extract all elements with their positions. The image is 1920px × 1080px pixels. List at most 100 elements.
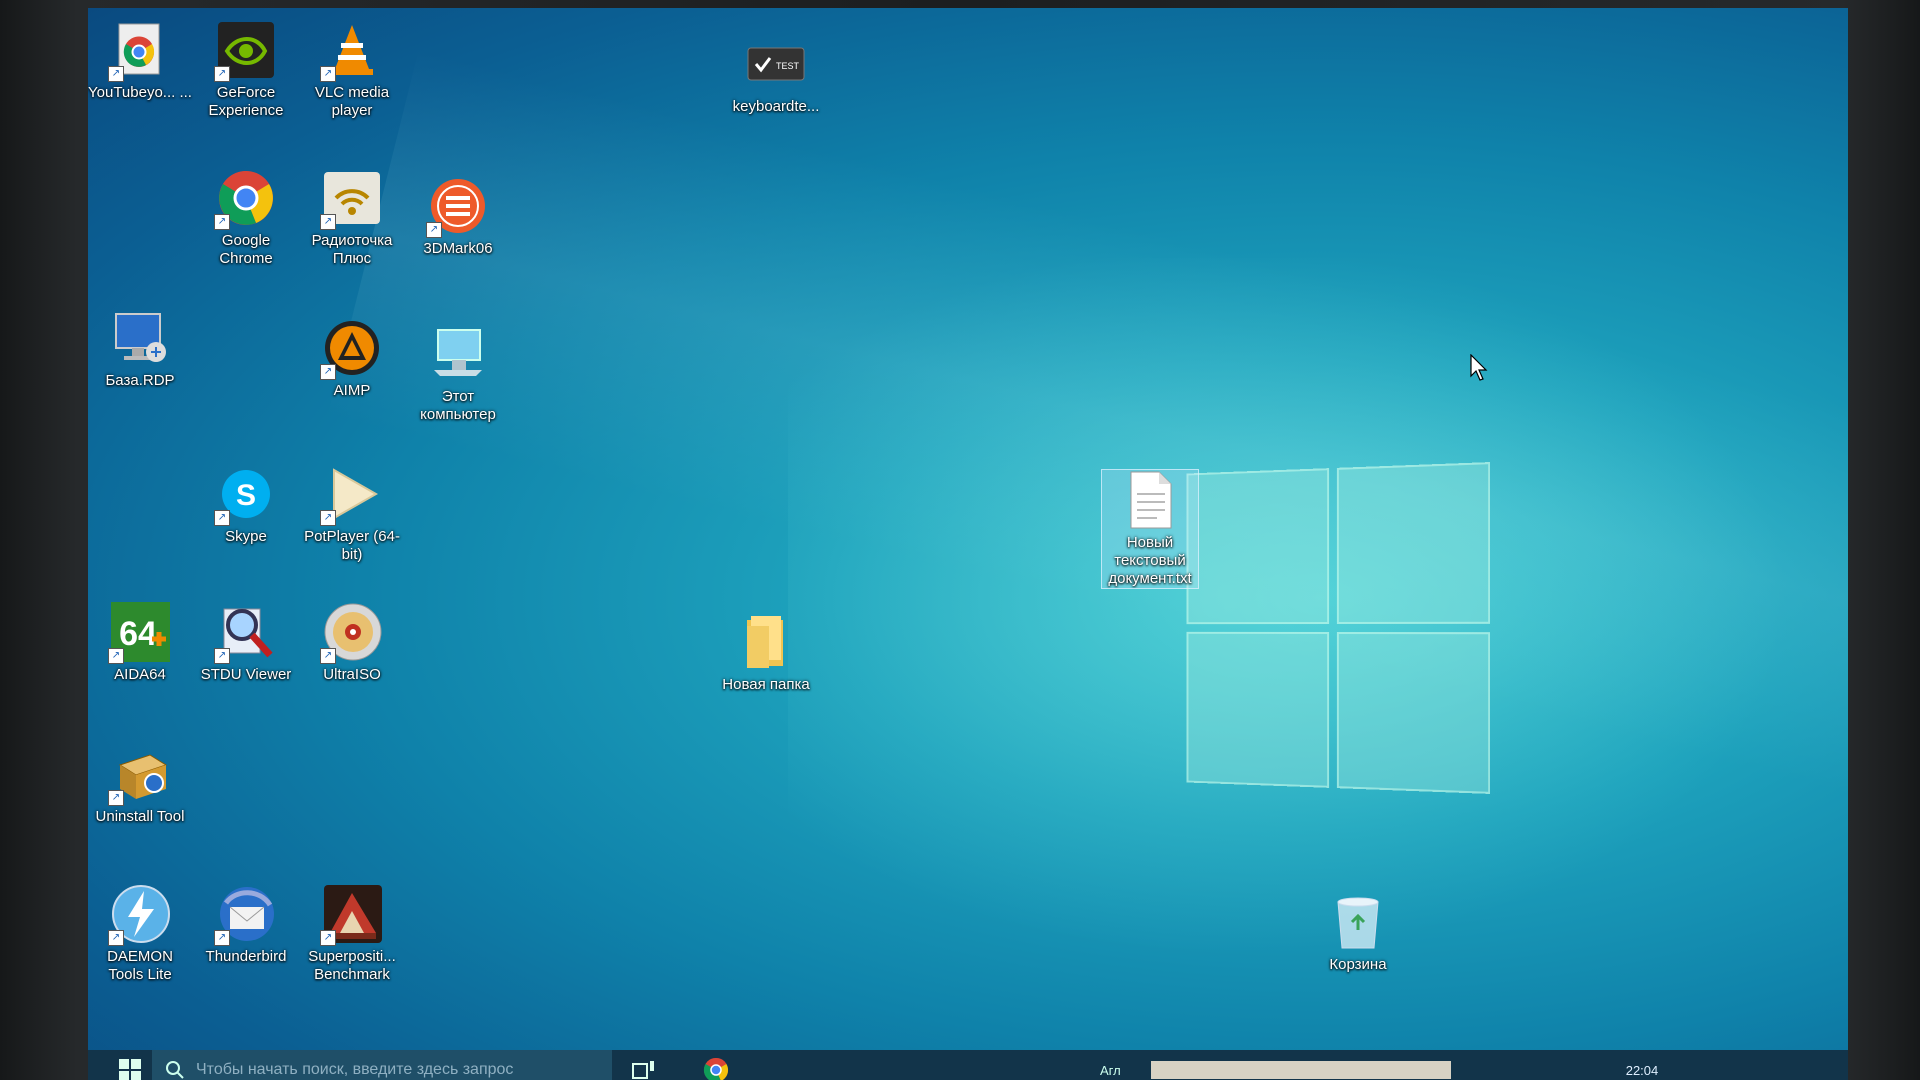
- desktop-icon-label: Корзина: [1329, 956, 1387, 973]
- svg-text:S: S: [236, 479, 256, 512]
- shortcut-arrow-icon: ↗: [108, 66, 124, 82]
- desktop[interactable]: ↗ YouTubeyo... ... ↗ GeForce Experience …: [88, 8, 1848, 1080]
- remote-desktop-icon: [110, 308, 170, 368]
- desktop-icon-ultraiso[interactable]: ↗ UltraISO: [300, 602, 404, 684]
- shortcut-arrow-icon: ↗: [214, 66, 230, 82]
- magnifier-document-icon: ↗: [214, 602, 276, 664]
- shortcut-arrow-icon: ↗: [320, 66, 336, 82]
- task-view-button[interactable]: [620, 1050, 668, 1080]
- text-file-icon: [1120, 470, 1180, 530]
- desktop-icon-3dmark[interactable]: ↗ 3DMark06: [406, 176, 510, 258]
- desktop-icon-label: Skype: [225, 528, 267, 545]
- superposition-benchmark-icon: ↗: [320, 884, 382, 946]
- desktop-icon-label: 3DMark06: [423, 240, 493, 257]
- play-icon: ↗: [320, 464, 382, 526]
- chrome-icon: ↗: [214, 168, 276, 230]
- desktop-icon-label: GeForce Experience: [208, 84, 284, 119]
- shortcut-arrow-icon: ↗: [320, 214, 336, 230]
- desktop-icon-vlc[interactable]: ↗ VLC media player: [300, 20, 404, 120]
- shortcut-arrow-icon: ↗: [108, 930, 124, 946]
- taskbar-chrome-button[interactable]: [692, 1050, 740, 1080]
- geforce-icon: ↗: [214, 20, 276, 82]
- desktop-icon-label: Thunderbird: [205, 948, 287, 965]
- shortcut-arrow-icon: ↗: [320, 364, 336, 380]
- task-view-icon: [632, 1061, 654, 1079]
- desktop-icon-aimp[interactable]: ↗ AIMP: [300, 318, 404, 400]
- desktop-icon-label: Этот компьютер: [420, 388, 496, 423]
- windows-logo-wallpaper: [1186, 462, 1491, 794]
- mouse-pointer-icon: [1470, 353, 1490, 387]
- uninstall-box-icon: ↗: [108, 744, 170, 806]
- desktop-icon-label: STDU Viewer: [200, 666, 292, 683]
- aimp-icon: ↗: [320, 318, 382, 380]
- desktop-icon-label: DAEMON Tools Lite: [107, 948, 173, 983]
- skype-icon: S ↗: [214, 464, 276, 526]
- desktop-icon-label: Superpositi... Benchmark: [308, 948, 396, 983]
- desktop-icon-label: AIMP: [333, 382, 371, 399]
- desktop-icon-label: База.RDP: [105, 372, 175, 389]
- shortcut-arrow-icon: ↗: [214, 510, 230, 526]
- shortcut-arrow-icon: ↗: [320, 510, 336, 526]
- chrome-app-icon: ↗: [108, 20, 170, 82]
- shortcut-arrow-icon: ↗: [214, 930, 230, 946]
- desktop-icon-basa-rdp[interactable]: База.RDP: [88, 308, 192, 390]
- aida64-badge: 64: [119, 615, 157, 653]
- tray-area[interactable]: [1150, 1061, 1451, 1079]
- desktop-icon-recycle-bin[interactable]: Корзина: [1306, 892, 1410, 974]
- computer-icon: [428, 324, 488, 384]
- shortcut-arrow-icon: ↗: [214, 648, 230, 664]
- 3dmark-icon: ↗: [426, 176, 488, 238]
- disc-icon: ↗: [320, 602, 382, 664]
- desktop-icon-label: Google Chrome: [219, 232, 273, 267]
- folder-icon: [736, 612, 796, 672]
- shortcut-arrow-icon: ↗: [214, 214, 230, 230]
- start-button[interactable]: [108, 1050, 152, 1080]
- desktop-icon-potplayer[interactable]: ↗ PotPlayer (64-bit): [300, 464, 404, 564]
- desktop-icon-keyboardtest[interactable]: TEST keyboardte...: [724, 34, 828, 116]
- shortcut-arrow-icon: ↗: [426, 222, 442, 238]
- test-badge: TEST: [776, 61, 800, 71]
- vlc-cone-icon: ↗: [320, 20, 382, 82]
- desktop-icon-label: AIDA64: [114, 666, 166, 683]
- desktop-icon-chrome[interactable]: ↗ Google Chrome: [194, 168, 298, 268]
- desktop-icon-skype[interactable]: S ↗ Skype: [194, 464, 298, 546]
- search-icon: [166, 1061, 184, 1079]
- desktop-icon-radiotochka[interactable]: ↗ Радиоточка Плюс: [300, 168, 404, 268]
- desktop-icon-daemon-tools[interactable]: ↗ DAEMON Tools Lite: [88, 884, 192, 984]
- desktop-icon-aida64[interactable]: 64 ↗ AIDA64: [88, 602, 192, 684]
- desktop-icon-uninstall-tool[interactable]: ↗ Uninstall Tool: [88, 744, 192, 826]
- clock[interactable]: 22:04: [1626, 1063, 1659, 1078]
- desktop-icon-new-folder[interactable]: Новая папка: [714, 612, 818, 694]
- desktop-icon-label: Радиоточка Плюс: [311, 232, 393, 267]
- windows-start-icon: [119, 1059, 141, 1080]
- chrome-icon: [703, 1057, 729, 1080]
- desktop-icon-this-pc[interactable]: Этот компьютер: [406, 324, 510, 424]
- desktop-icon-thunderbird[interactable]: ↗ Thunderbird: [194, 884, 298, 966]
- shortcut-arrow-icon: ↗: [320, 930, 336, 946]
- wifi-radio-icon: ↗: [320, 168, 382, 230]
- desktop-icon-youtube[interactable]: ↗ YouTubeyo... ...: [88, 20, 192, 102]
- taskbar-search-box[interactable]: Чтобы начать поиск, введите здесь запрос: [152, 1050, 612, 1080]
- desktop-icon-geforce[interactable]: ↗ GeForce Experience: [194, 20, 298, 120]
- thunderbird-icon: ↗: [214, 884, 276, 946]
- shortcut-arrow-icon: ↗: [108, 790, 124, 806]
- recycle-bin-icon: [1328, 892, 1388, 952]
- shortcut-arrow-icon: ↗: [320, 648, 336, 664]
- lightning-disc-icon: ↗: [108, 884, 170, 946]
- desktop-icon-label: Uninstall Tool: [95, 808, 185, 825]
- desktop-icon-superposition[interactable]: ↗ Superpositi... Benchmark: [300, 884, 404, 984]
- desktop-icon-label: PotPlayer (64-bit): [304, 528, 400, 563]
- desktop-icon-label: Новая папка: [722, 676, 810, 693]
- desktop-icon-label: keyboardte...: [732, 98, 820, 115]
- taskbar: Чтобы начать поиск, введите здесь запрос…: [88, 1050, 1848, 1080]
- language-indicator[interactable]: Агл: [1100, 1063, 1121, 1078]
- desktop-icon-stdu-viewer[interactable]: ↗ STDU Viewer: [194, 602, 298, 684]
- desktop-icon-label: VLC media player: [314, 84, 390, 119]
- aida64-icon: 64 ↗: [108, 602, 170, 664]
- desktop-icon-label: YouTubeyo... ...: [88, 84, 192, 101]
- desktop-icon-label: Новый текстовый документ.txt: [1108, 534, 1192, 587]
- desktop-icon-text-document[interactable]: Новый текстовый документ.txt: [1101, 469, 1199, 589]
- shortcut-arrow-icon: ↗: [108, 648, 124, 664]
- search-placeholder: Чтобы начать поиск, введите здесь запрос: [196, 1061, 514, 1078]
- desktop-icon-label: UltraISO: [323, 666, 381, 683]
